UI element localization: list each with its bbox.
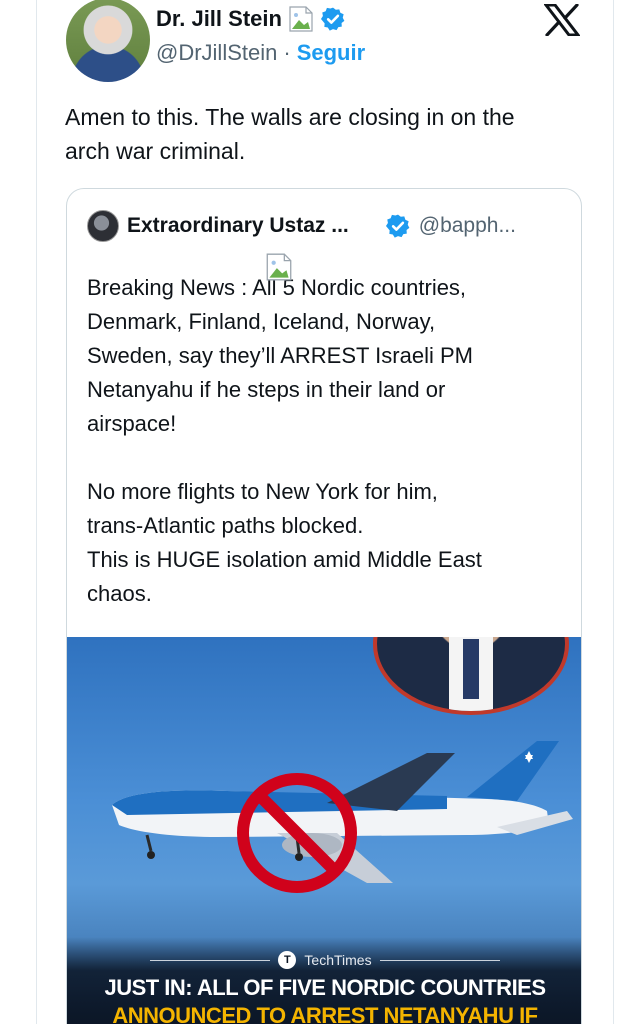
media-headline-line1: JUST IN: ALL OF FIVE NORDIC COUNTRIES	[104, 975, 546, 1000]
techtimes-logo-icon: T	[278, 951, 297, 969]
tweet-text: Amen to this. The walls are closing in o…	[65, 100, 575, 168]
quoted-text-line: Sweden, say they’ll ARREST Israeli PM	[87, 343, 473, 368]
author-handle-row: @DrJillStein · Seguir	[156, 40, 365, 66]
quoted-text-line: trans-Atlantic paths blocked.	[87, 513, 364, 538]
verified-badge-icon	[385, 214, 410, 238]
portrait-inset	[373, 637, 569, 715]
x-logo-icon[interactable]	[544, 4, 580, 36]
quoted-tweet-text: Breaking News : All 5 Nordic countries, …	[87, 271, 567, 611]
tweet-text-line: arch war criminal.	[65, 138, 246, 164]
no-sign-icon	[237, 773, 357, 893]
author-avatar[interactable]	[66, 0, 150, 82]
media-headline-line2: ANNOUNCED TO ARREST NETANYAHU IF	[112, 1003, 538, 1024]
broken-image-icon	[286, 4, 316, 34]
broken-image-icon	[266, 253, 292, 281]
quoted-author-handle[interactable]: @bapph...	[419, 214, 516, 238]
quoted-text-line: Denmark, Finland, Iceland, Norway,	[87, 309, 436, 334]
author-handle[interactable]: @DrJillStein	[156, 40, 277, 66]
quoted-text-line: Netanyahu if he steps in their land or	[87, 377, 446, 402]
tweet-header: Dr. Jill Stein @DrJillStein · Seguir	[62, 0, 592, 84]
quoted-text-line: airspace!	[87, 411, 177, 436]
author-name[interactable]: Dr. Jill Stein	[156, 6, 282, 32]
quoted-text-line: chaos.	[87, 581, 152, 606]
separator-dot: ·	[283, 40, 291, 65]
quoted-tweet-header: Extraordinary Ustaz ... @bapph...	[87, 209, 563, 243]
portrait-tie	[463, 639, 479, 699]
source-name: TechTimes	[304, 952, 372, 968]
quoted-tweet[interactable]: Extraordinary Ustaz ... @bapph... Breaki…	[66, 188, 582, 1024]
quoted-text-line: No more flights to New York for him,	[87, 479, 438, 504]
divider-line	[379, 959, 500, 961]
quoted-text-line: Breaking News : All 5 Nordic countries,	[87, 275, 467, 300]
quoted-author-name[interactable]: Extraordinary Ustaz ...	[127, 214, 349, 238]
quoted-tweet-media[interactable]: T TechTimes JUST IN: ALL OF FIVE NORDIC …	[67, 637, 581, 1024]
media-source: T TechTimes	[67, 951, 581, 969]
quoted-author-avatar[interactable]	[87, 210, 119, 242]
quoted-text-line: This is HUGE isolation amid Middle East	[87, 547, 482, 572]
follow-button[interactable]: Seguir	[297, 40, 365, 66]
author-name-row: Dr. Jill Stein	[156, 4, 346, 34]
verified-badge-icon	[320, 7, 345, 31]
divider-line	[150, 959, 271, 961]
tweet-text-line: Amen to this. The walls are closing in o…	[65, 104, 515, 130]
